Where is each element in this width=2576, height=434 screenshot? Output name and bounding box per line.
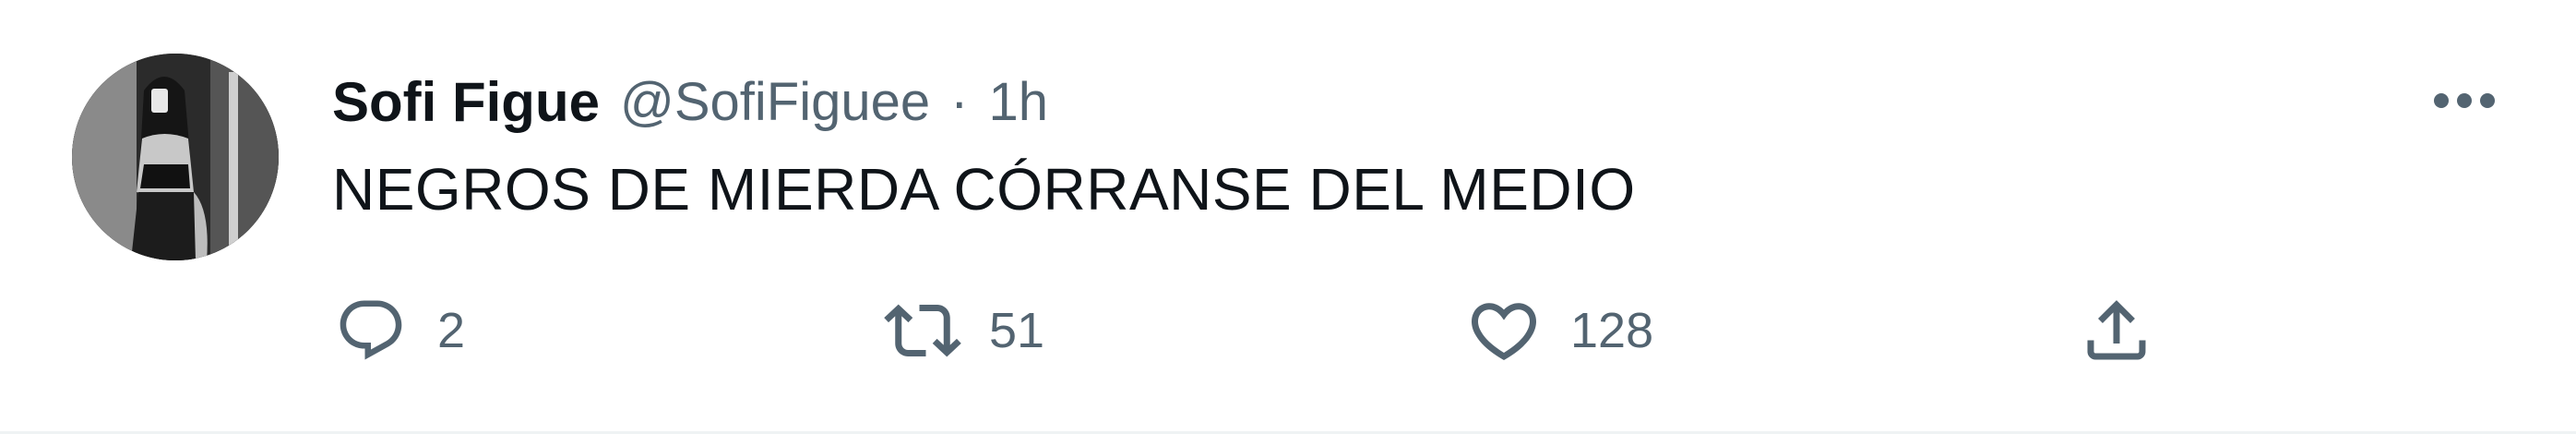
more-button[interactable] [2423, 68, 2506, 133]
share-button[interactable] [2078, 292, 2155, 369]
separator-dot: · [950, 71, 969, 132]
retweet-button[interactable]: 51 [884, 292, 1044, 369]
avatar-photo [72, 54, 279, 260]
tweet-header: Sofi Figue @SofiFiguee · 1h [332, 65, 1048, 139]
more-horizontal-icon [2434, 93, 2495, 108]
reply-button[interactable]: 2 [332, 292, 465, 369]
user-handle[interactable]: @SofiFiguee [620, 71, 930, 133]
retweet-icon [884, 292, 961, 369]
tweet-card[interactable]: Sofi Figue @SofiFiguee · 1h NEGROS DE MI… [0, 0, 2576, 434]
reply-count: 2 [437, 303, 466, 358]
timestamp[interactable]: 1h [988, 71, 1048, 133]
avatar[interactable] [72, 54, 279, 260]
retweet-count: 51 [989, 303, 1045, 358]
like-button[interactable]: 128 [1465, 292, 1653, 369]
heart-icon [1465, 292, 1543, 369]
share-icon [2078, 292, 2155, 369]
like-count: 128 [1570, 303, 1654, 358]
display-name[interactable]: Sofi Figue [332, 70, 600, 134]
reply-icon [332, 292, 410, 369]
tweet-text: NEGROS DE MIERDA CÓRRANSE DEL MEDIO [332, 156, 1636, 223]
